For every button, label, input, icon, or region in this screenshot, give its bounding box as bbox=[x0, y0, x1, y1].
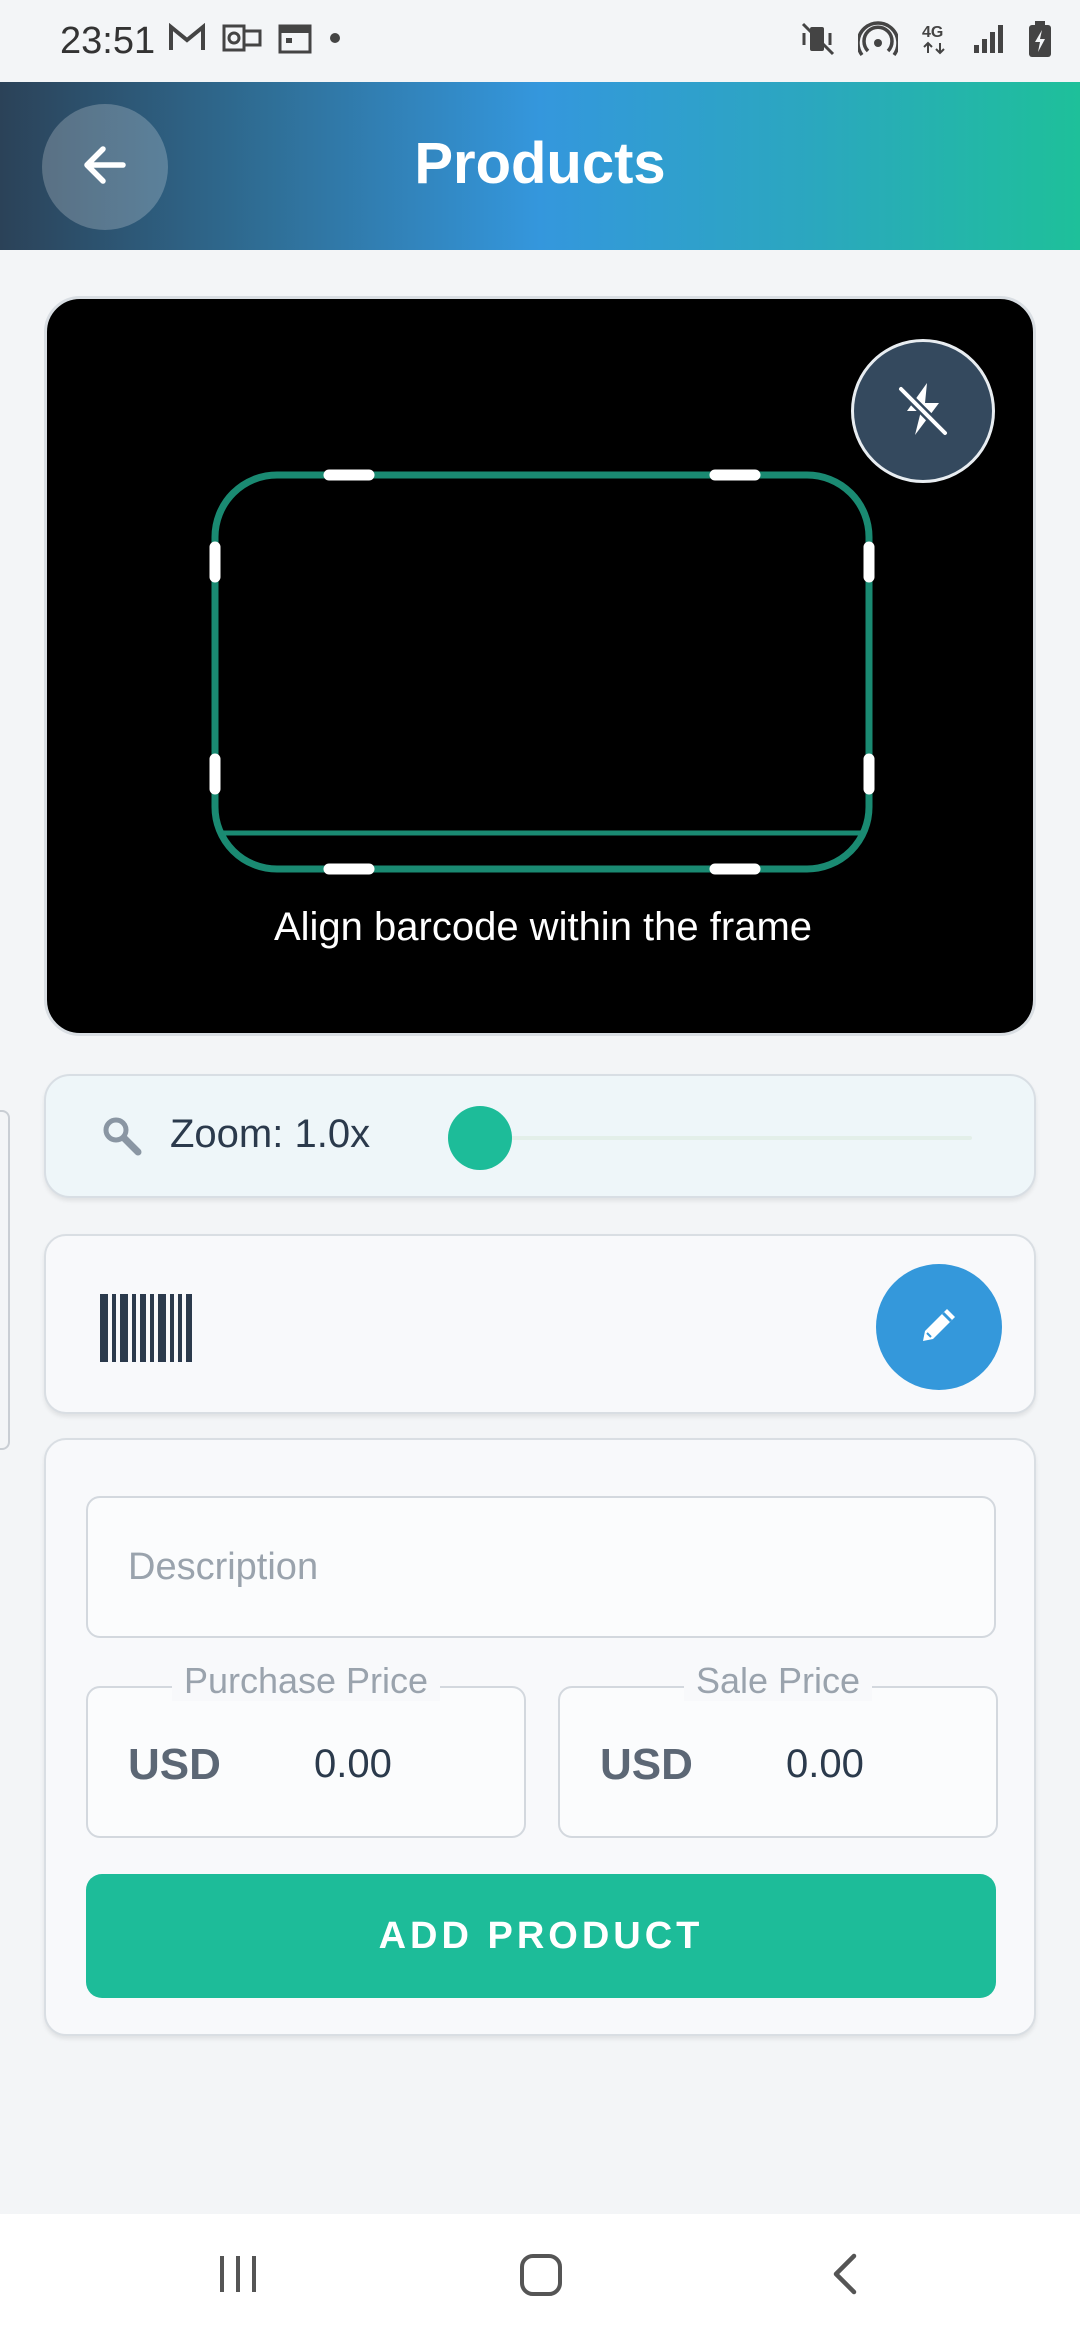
edit-barcode-button[interactable] bbox=[876, 1264, 1002, 1390]
gmail-icon bbox=[168, 23, 206, 53]
system-icons: 4G bbox=[800, 20, 1052, 58]
pencil-icon bbox=[915, 1301, 963, 1354]
flash-off-icon bbox=[891, 377, 955, 446]
scan-hint: Align barcode within the frame bbox=[273, 905, 813, 949]
sale-price-label: Sale Price bbox=[683, 1660, 873, 1701]
app-bar: Products bbox=[0, 82, 1080, 250]
status-bar: 23:51 4G bbox=[0, 0, 1080, 82]
scan-frame bbox=[209, 469, 875, 875]
camera-preview[interactable]: Align barcode within the frame bbox=[44, 296, 1036, 1036]
zoom-control: Zoom: 1.0x bbox=[44, 1074, 1036, 1198]
zoom-label: Zoom: 1.0x bbox=[170, 1112, 371, 1156]
purchase-price-label: Purchase Price bbox=[171, 1660, 441, 1701]
barcode-icon bbox=[100, 1294, 192, 1367]
purchase-price-value[interactable]: 0.00 bbox=[314, 1742, 392, 1787]
network-label: 4G bbox=[922, 24, 943, 41]
home-icon[interactable] bbox=[518, 2250, 566, 2303]
purchase-price-currency: USD bbox=[128, 1740, 221, 1789]
sale-price-currency: USD bbox=[600, 1740, 693, 1789]
system-nav-bar bbox=[0, 2214, 1080, 2340]
network-4g-icon: 4G bbox=[920, 21, 950, 57]
description-input[interactable]: Description bbox=[86, 1496, 996, 1638]
status-time: 23:51 bbox=[60, 20, 156, 62]
outlook-icon bbox=[222, 22, 262, 54]
notification-icons bbox=[168, 22, 342, 54]
page-title: Products bbox=[414, 131, 666, 196]
sale-price-field[interactable]: Sale Price USD 0.00 bbox=[558, 1660, 998, 1838]
zoom-slider-thumb[interactable] bbox=[448, 1106, 512, 1170]
sale-price-value[interactable]: 0.00 bbox=[786, 1742, 864, 1787]
battery-charging-icon bbox=[1028, 20, 1052, 58]
recents-icon[interactable] bbox=[216, 2250, 260, 2303]
hotspot-icon bbox=[858, 21, 898, 57]
barcode-card bbox=[44, 1234, 1036, 1414]
product-form: Description Purchase Price USD 0.00 Sale… bbox=[44, 1438, 1036, 2036]
signal-icon bbox=[972, 23, 1006, 55]
flash-toggle-button[interactable] bbox=[851, 339, 995, 483]
zoom-slider-track[interactable] bbox=[482, 1136, 972, 1140]
side-drawer-handle[interactable] bbox=[0, 1110, 10, 1450]
back-nav-icon[interactable] bbox=[826, 2250, 866, 2303]
dot-icon bbox=[328, 31, 342, 45]
add-product-button[interactable]: ADD PRODUCT bbox=[86, 1874, 996, 1998]
magnifier-icon bbox=[100, 1114, 144, 1163]
mute-vibrate-icon bbox=[800, 21, 836, 57]
calendar-icon bbox=[278, 22, 312, 54]
purchase-price-field[interactable]: Purchase Price USD 0.00 bbox=[86, 1660, 526, 1838]
